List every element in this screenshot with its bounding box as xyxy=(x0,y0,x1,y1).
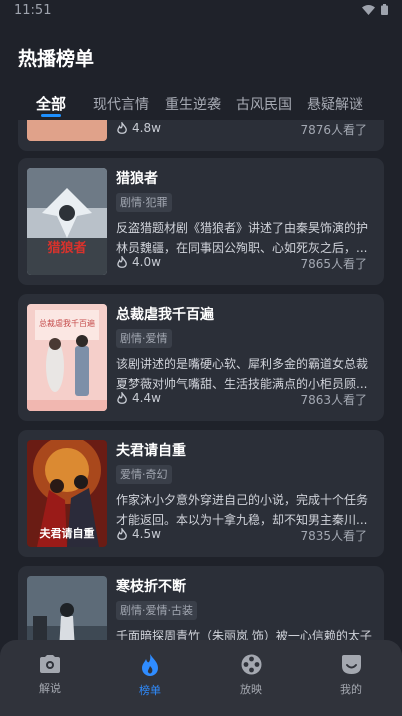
flame-icon xyxy=(117,255,127,268)
status-bar: 11:51 xyxy=(0,0,402,24)
page-title: 热播榜单 xyxy=(18,48,95,70)
genre-tag: 剧情·爱情·古装 xyxy=(116,601,197,620)
card-title: 总裁虐我千百遍 xyxy=(116,307,214,323)
poster-image xyxy=(27,120,107,141)
nav-item-ranking[interactable]: 榜单 xyxy=(120,654,180,698)
genre-tag: 剧情·爱情 xyxy=(116,329,172,348)
rating: 4.8w xyxy=(116,121,161,135)
poster-image: 猎狼者 xyxy=(27,168,107,275)
nav-label: 榜单 xyxy=(139,684,161,697)
poster-title: 总裁虐我千百遍 xyxy=(39,318,95,328)
card-description: 千面暗探周青竹（朱丽岚 饰）被一心信赖的太子 xyxy=(116,629,372,640)
list-item-card[interactable]: 4.8w 7876人看了 xyxy=(18,120,384,151)
tab-mystery[interactable]: 悬疑解谜 xyxy=(307,94,363,114)
wifi-icon xyxy=(362,4,375,15)
tab-modern-romance[interactable]: 现代言情 xyxy=(93,94,149,114)
poster-image: 夫君请自重 xyxy=(27,440,107,547)
battery-icon xyxy=(381,4,388,15)
view-count: 7865人看了 xyxy=(300,257,367,271)
card-title: 夫君请自重 xyxy=(116,443,186,459)
category-tabs: 全部 现代言情 重生逆袭 古风民国 悬疑解谜 xyxy=(0,92,402,122)
list-item-card[interactable]: 夫君请自重 夫君请自重 爱情·奇幻 作家沐小夕意外穿进自己的小说，完成十个任务才… xyxy=(18,430,384,557)
card-title: 猎狼者 xyxy=(116,171,158,187)
nav-label: 放映 xyxy=(240,683,262,696)
flame-icon xyxy=(142,654,158,676)
rating-value: 4.8w xyxy=(132,121,161,135)
rating: 4.5w xyxy=(116,527,161,541)
poster-image xyxy=(27,576,107,640)
poster-image: 总裁虐我千百遍 xyxy=(27,304,107,411)
bottom-navigation: 解说 榜单 放映 我的 xyxy=(0,640,402,716)
status-icons xyxy=(362,4,388,15)
rating: 4.0w xyxy=(116,255,161,269)
poster-title: 夫君请自重 xyxy=(40,526,95,540)
rating-value: 4.4w xyxy=(132,391,161,405)
view-count: 7863人看了 xyxy=(300,393,367,407)
nav-label: 解说 xyxy=(39,682,61,695)
ranking-list: 4.8w 7876人看了 猎狼者 猎狼者 剧情·犯罪 反盗猎题材剧《猎狼者》讲述… xyxy=(0,120,402,640)
card-description: 该剧讲述的是嘴硬心软、犀利多金的霸道女总裁夏梦薇对帅气嘴甜、生活技能满点的小柜员… xyxy=(116,357,369,391)
flame-icon xyxy=(117,121,127,134)
card-description: 反盗猎题材剧《猎狼者》讲述了由秦昊饰演的护林员魏疆，在同事因公殉职、心如死灰之后… xyxy=(116,221,369,255)
genre-tag: 剧情·犯罪 xyxy=(116,193,172,212)
rating-value: 4.5w xyxy=(132,527,161,541)
smile-icon xyxy=(341,655,361,674)
rating-value: 4.0w xyxy=(132,255,161,269)
view-count: 7876人看了 xyxy=(300,123,367,137)
list-item-card[interactable]: 猎狼者 猎狼者 剧情·犯罪 反盗猎题材剧《猎狼者》讲述了由秦昊饰演的护林员魏疆，… xyxy=(18,158,384,285)
flame-icon xyxy=(117,527,127,540)
film-reel-icon xyxy=(241,654,261,675)
genre-tag: 爱情·奇幻 xyxy=(116,465,172,484)
active-tab-indicator xyxy=(41,114,61,117)
tab-ancient[interactable]: 古风民国 xyxy=(236,94,292,114)
view-count: 7835人看了 xyxy=(300,529,367,543)
flame-icon xyxy=(117,391,127,404)
list-item-card[interactable]: 总裁虐我千百遍 总裁虐我千百遍 剧情·爱情 该剧讲述的是嘴硬心软、犀利多金的霸道… xyxy=(18,294,384,421)
card-title: 寒枝折不断 xyxy=(116,579,186,595)
nav-item-commentary[interactable]: 解说 xyxy=(20,654,80,696)
tab-all[interactable]: 全部 xyxy=(36,93,66,114)
status-time: 11:51 xyxy=(14,3,52,18)
rating: 4.4w xyxy=(116,391,161,405)
nav-item-screening[interactable]: 放映 xyxy=(221,654,281,697)
nav-item-profile[interactable]: 我的 xyxy=(321,654,381,697)
camera-icon xyxy=(40,655,60,673)
poster-title: 猎狼者 xyxy=(47,240,86,256)
card-description: 作家沐小夕意外穿进自己的小说，完成十个任务才能返回。本以为十拿九稳，却不知男主秦… xyxy=(116,493,369,527)
nav-label: 我的 xyxy=(340,683,362,696)
list-item-card[interactable]: 寒枝折不断 剧情·爱情·古装 千面暗探周青竹（朱丽岚 饰）被一心信赖的太子 xyxy=(18,566,384,640)
tab-rebirth[interactable]: 重生逆袭 xyxy=(165,94,221,114)
